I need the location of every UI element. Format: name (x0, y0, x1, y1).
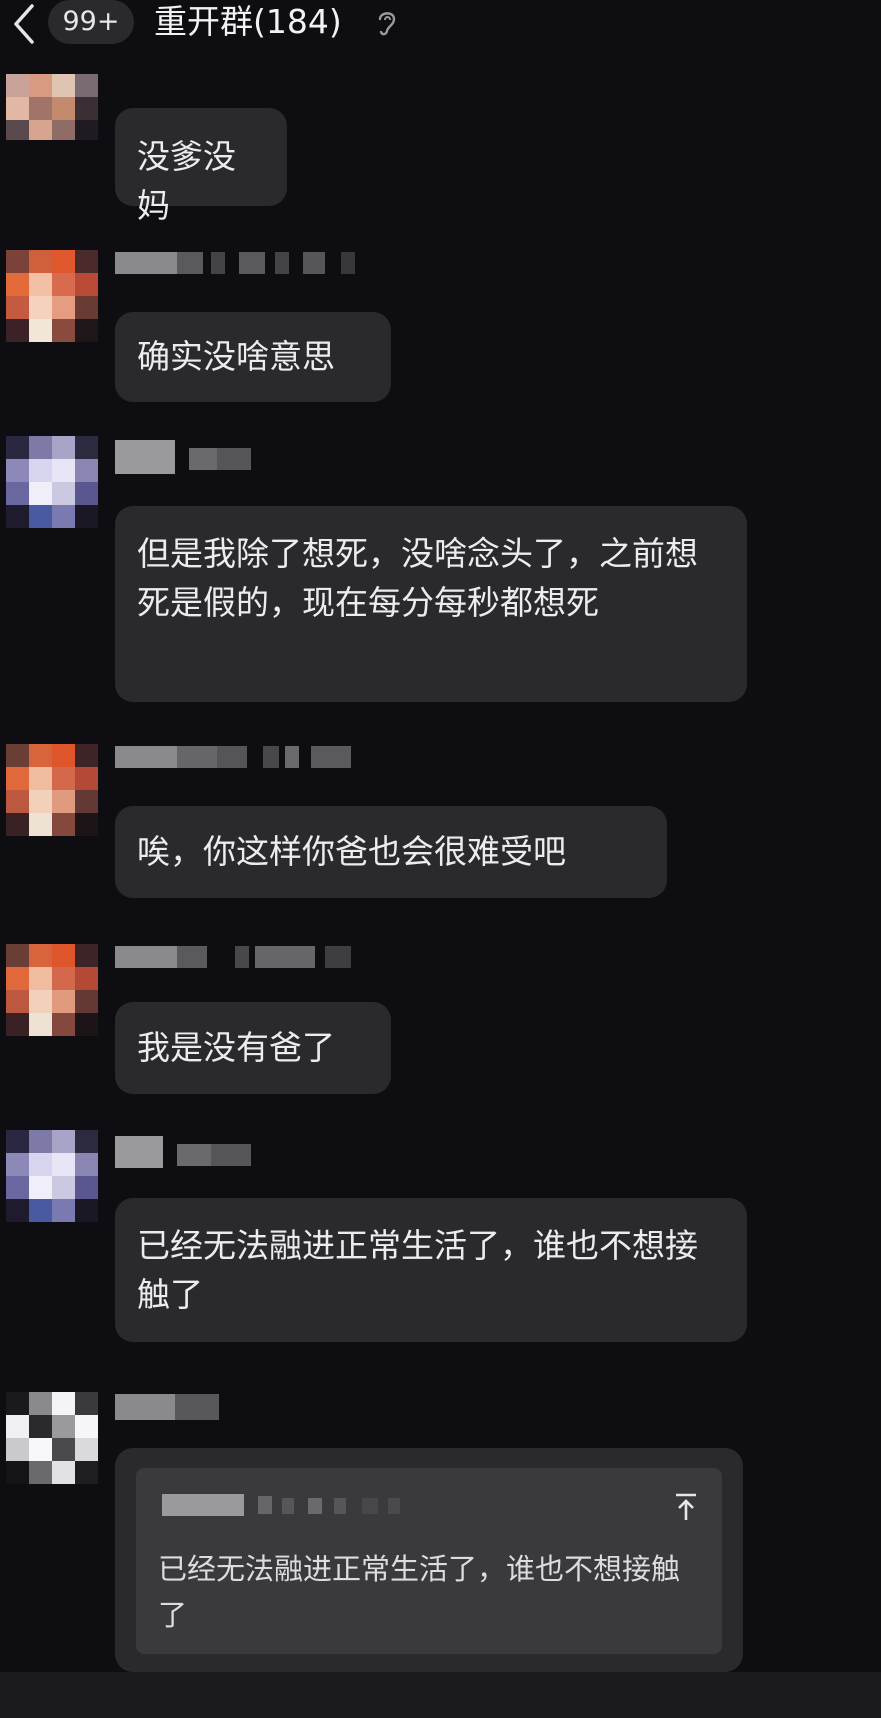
scroll-to-top-icon[interactable] (672, 1492, 700, 1522)
unread-badge[interactable]: 99+ (48, 0, 134, 44)
chat-header: 99+ 重开群(184) (0, 0, 881, 52)
message-bubble[interactable]: 没爹没妈 (115, 108, 287, 225)
message-bubble[interactable]: 我是没有爸了 (115, 1002, 391, 1094)
avatar[interactable] (6, 944, 98, 1036)
quoted-message[interactable]: 已经无法融进正常生活了，谁也不想接触了 (136, 1468, 722, 1654)
message-bubble[interactable]: 唉，你这样你爸也会很难受吧 (115, 806, 667, 898)
sender-name (115, 252, 375, 274)
avatar[interactable] (6, 1130, 98, 1222)
avatar[interactable] (6, 74, 98, 140)
sender-name (115, 1136, 275, 1168)
quoted-sender-name (162, 1494, 422, 1516)
page-title[interactable]: 重开群(184) (154, 0, 342, 46)
ear-icon (376, 8, 398, 38)
message-text: 没爹没妈 (137, 137, 236, 225)
message-bubble[interactable]: 已经无法融进正常生活了，谁也不想接触了 (115, 1198, 747, 1342)
sender-name (115, 946, 375, 968)
avatar[interactable] (6, 1392, 98, 1484)
message-text: 唉，你这样你爸也会很难受吧 (137, 832, 566, 871)
message-text: 已经无法融进正常生活了，谁也不想接触了 (137, 1226, 698, 1314)
chevron-left-icon[interactable] (6, 2, 42, 46)
avatar[interactable] (6, 436, 98, 528)
sender-name (115, 440, 275, 474)
quoted-text: 已经无法融进正常生活了，谁也不想接触了 (158, 1552, 681, 1632)
sender-name (115, 1394, 275, 1420)
sender-name (115, 746, 375, 768)
message-bubble[interactable]: 确实没啥意思 (115, 312, 391, 402)
bottom-bar (0, 1672, 881, 1718)
message-text: 我是没有爸了 (137, 1028, 335, 1067)
message-bubble[interactable]: 但是我除了想死，没啥念头了，之前想死是假的，现在每分每秒都想死 (115, 506, 747, 702)
avatar[interactable] (6, 744, 98, 836)
avatar[interactable] (6, 250, 98, 342)
message-text: 但是我除了想死，没啥念头了，之前想死是假的，现在每分每秒都想死 (137, 534, 698, 622)
message-text: 确实没啥意思 (137, 337, 335, 376)
